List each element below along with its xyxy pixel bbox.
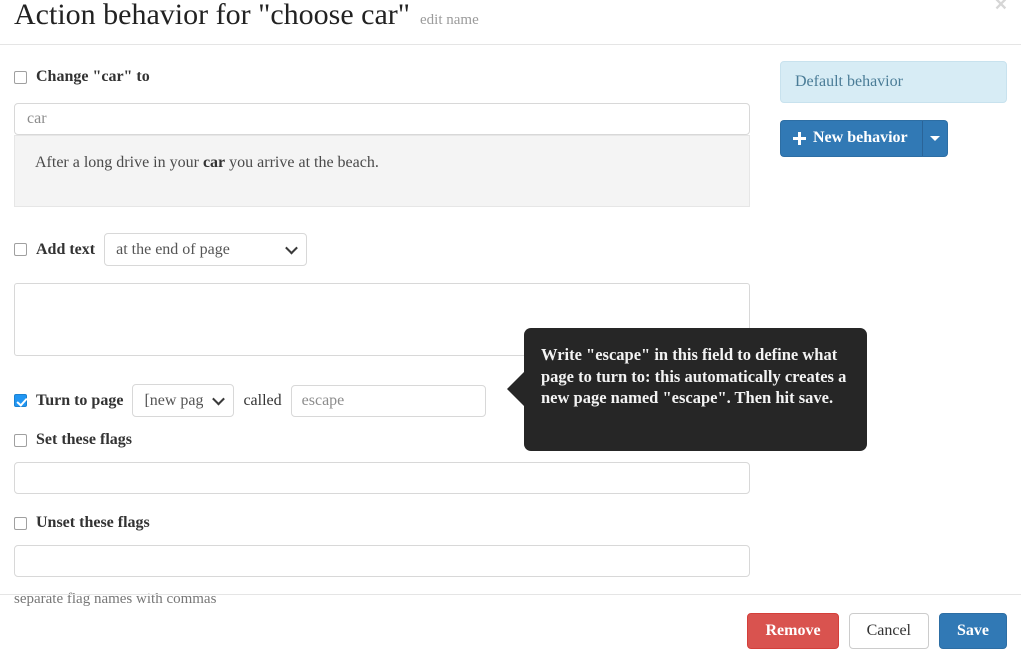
preview-after: you arrive at the beach.: [225, 154, 379, 171]
behavior-form: Change "car" to After a long drive in yo…: [14, 45, 764, 608]
add-text-row: Add text at the end of page: [14, 233, 764, 266]
new-behavior-dropdown-toggle[interactable]: [921, 120, 948, 157]
tooltip-arrow-icon: [507, 372, 524, 406]
unset-flags-input[interactable]: [14, 545, 750, 577]
set-flags-checkbox[interactable]: [14, 433, 27, 447]
page-name-input[interactable]: [290, 384, 486, 417]
behavior-item-default[interactable]: Default behavior: [780, 61, 1007, 103]
modal-body: Change "car" to After a long drive in yo…: [0, 45, 1021, 607]
title-row: Action behavior for "choose car" edit na…: [14, 0, 479, 34]
add-text-position-select[interactable]: at the end of page: [104, 233, 308, 266]
behavior-sidebar: Default behavior New behavior: [780, 45, 1007, 157]
modal-footer: Remove Cancel Save: [0, 594, 1021, 656]
modal-header: Action behavior for "choose car" edit na…: [0, 0, 1021, 45]
save-button[interactable]: Save: [939, 613, 1007, 649]
set-flags-label[interactable]: Set these flags: [36, 431, 132, 449]
unset-flags-checkbox[interactable]: [14, 516, 27, 530]
action-behavior-modal: Action behavior for "choose car" edit na…: [0, 0, 1021, 656]
page-select[interactable]: [new page]: [132, 384, 235, 417]
add-text-checkbox[interactable]: [14, 243, 27, 256]
edit-name-link[interactable]: edit name: [420, 12, 479, 29]
preview-before: After a long drive in your: [35, 154, 203, 171]
change-to-checkbox[interactable]: [14, 70, 27, 84]
unset-flags-row: Unset these flags: [14, 512, 764, 534]
preview-bold-word: car: [202, 154, 226, 171]
page-title: Action behavior for "choose car": [14, 0, 411, 31]
change-to-input[interactable]: [14, 103, 750, 135]
cancel-button[interactable]: Cancel: [848, 613, 929, 649]
caret-down-icon: [929, 136, 940, 141]
page-select-wrap: [new page]: [132, 384, 235, 417]
turn-to-page-label[interactable]: Turn to page: [36, 392, 123, 410]
change-to-row: Change "car" to: [14, 66, 764, 88]
plus-icon: [793, 131, 806, 145]
add-text-position-wrap: at the end of page: [104, 233, 308, 266]
behavior-item-label: Default behavior: [795, 73, 903, 90]
close-icon[interactable]: ×: [995, 0, 1007, 15]
new-behavior-label: New behavior: [813, 129, 908, 146]
unset-flags-label[interactable]: Unset these flags: [36, 514, 150, 532]
tooltip-text: Write "escape" in this field to define w…: [541, 345, 847, 407]
remove-button[interactable]: Remove: [747, 613, 839, 649]
add-text-label[interactable]: Add text: [36, 241, 95, 259]
turn-to-page-checkbox[interactable]: [14, 394, 27, 407]
new-behavior-button-group: New behavior: [780, 120, 1007, 157]
escape-field-tooltip: Write "escape" in this field to define w…: [507, 328, 867, 451]
footer-buttons: Remove Cancel Save: [747, 613, 1007, 649]
new-behavior-button[interactable]: New behavior: [780, 120, 922, 157]
change-to-label[interactable]: Change "car" to: [36, 68, 150, 86]
text-preview: After a long drive in your car you arriv…: [14, 135, 750, 207]
called-label: called: [243, 391, 282, 409]
set-flags-input[interactable]: [14, 462, 750, 494]
